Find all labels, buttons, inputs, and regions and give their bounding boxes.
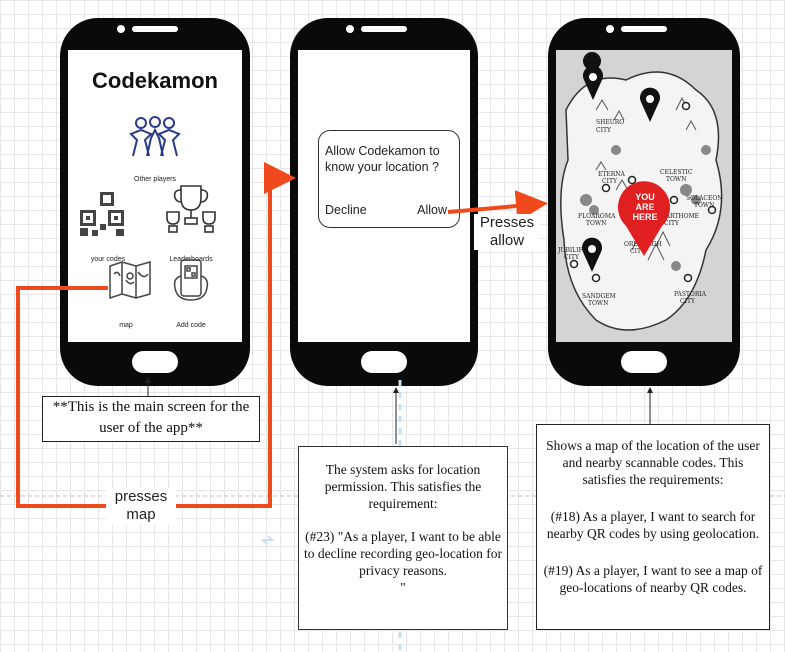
map-note-line-2: (#18) As a player, I want to search for … — [546, 509, 760, 541]
main-screen-note: **This is the main screen for the user o… — [42, 396, 260, 442]
presses-allow-label: Presses allow — [474, 214, 540, 250]
map-note-line-3: (#19) As a player, I want to see a map o… — [543, 563, 763, 595]
permission-note-line-2: (#23) "As a player, I want to be able to… — [304, 529, 502, 578]
map-note-line-1: Shows a map of the location of the user … — [546, 438, 760, 487]
presses-map-label: presses map — [106, 488, 176, 524]
map-requirements-note: Shows a map of the location of the user … — [536, 424, 770, 630]
presses-allow-arrow — [447, 190, 548, 223]
permission-note-line-3: " — [400, 580, 406, 595]
main-screen-note-text: **This is the main screen for the user o… — [52, 399, 250, 436]
location-permission-note: The system asks for location permission.… — [298, 446, 508, 630]
presses-map-arrow — [16, 162, 296, 508]
permission-note-line-1: The system asks for location permission.… — [324, 462, 482, 511]
